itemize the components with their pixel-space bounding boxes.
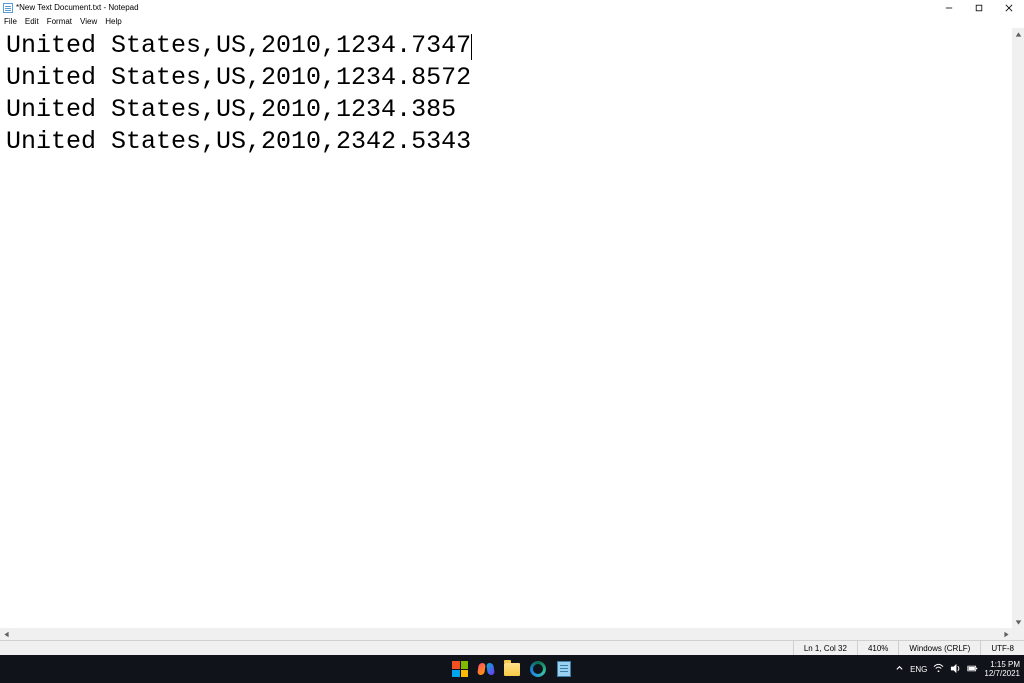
window-title: *New Text Document.txt - Notepad [16, 3, 139, 12]
horizontal-scrollbar[interactable] [0, 628, 1012, 640]
tray-language[interactable]: ENG [910, 665, 927, 674]
tray-overflow-icon[interactable] [895, 664, 904, 675]
text-line[interactable]: United States,US,2010,1234.385 [6, 95, 456, 124]
status-zoom: 410% [857, 641, 898, 655]
status-bar: Ln 1, Col 32 410% Windows (CRLF) UTF-8 [0, 640, 1024, 655]
editor-area: United States,US,2010,1234.7347 United S… [0, 28, 1024, 640]
menu-format[interactable]: Format [47, 17, 72, 26]
minimize-button[interactable] [934, 0, 964, 15]
scroll-down-arrow-icon[interactable] [1012, 616, 1024, 628]
text-line[interactable]: United States,US,2010,1234.7347 [6, 31, 471, 60]
menu-edit[interactable]: Edit [25, 17, 39, 26]
maximize-button[interactable] [964, 0, 994, 15]
menu-file[interactable]: File [4, 17, 17, 26]
battery-icon[interactable] [967, 663, 978, 676]
scroll-corner [1012, 628, 1024, 640]
editor-content[interactable]: United States,US,2010,1234.7347 United S… [0, 28, 1012, 158]
wifi-icon[interactable] [933, 663, 944, 676]
title-bar[interactable]: *New Text Document.txt - Notepad [0, 0, 1024, 15]
system-tray: ENG 1:15 PM 12/7/2021 [895, 655, 1020, 683]
menu-help[interactable]: Help [105, 17, 121, 26]
taskbar-copilot-icon[interactable] [477, 660, 495, 678]
close-button[interactable] [994, 0, 1024, 15]
notepad-app-icon [3, 3, 13, 13]
taskbar-file-explorer-icon[interactable] [503, 660, 521, 678]
tray-date: 12/7/2021 [984, 669, 1020, 678]
tray-time: 1:15 PM [984, 660, 1020, 669]
text-caret [471, 34, 472, 60]
scroll-right-arrow-icon[interactable] [1000, 628, 1012, 640]
menu-view[interactable]: View [80, 17, 97, 26]
menu-bar: File Edit Format View Help [0, 15, 1024, 28]
status-encoding: UTF-8 [980, 641, 1024, 655]
status-line-ending: Windows (CRLF) [898, 641, 980, 655]
start-button[interactable] [451, 660, 469, 678]
taskbar-center [451, 655, 573, 683]
taskbar-notepad-icon[interactable] [555, 660, 573, 678]
taskbar[interactable]: ENG 1:15 PM 12/7/2021 [0, 655, 1024, 683]
text-line[interactable]: United States,US,2010,1234.8572 [6, 63, 471, 92]
scroll-left-arrow-icon[interactable] [0, 628, 12, 640]
taskbar-edge-icon[interactable] [529, 660, 547, 678]
notepad-window: *New Text Document.txt - Notepad File Ed… [0, 0, 1024, 683]
volume-icon[interactable] [950, 663, 961, 676]
tray-clock[interactable]: 1:15 PM 12/7/2021 [984, 660, 1020, 678]
scroll-up-arrow-icon[interactable] [1012, 28, 1024, 40]
text-editor[interactable]: United States,US,2010,1234.7347 United S… [0, 28, 1012, 628]
status-position: Ln 1, Col 32 [793, 641, 857, 655]
text-line[interactable]: United States,US,2010,2342.5343 [6, 127, 471, 156]
vertical-scrollbar[interactable] [1012, 28, 1024, 628]
